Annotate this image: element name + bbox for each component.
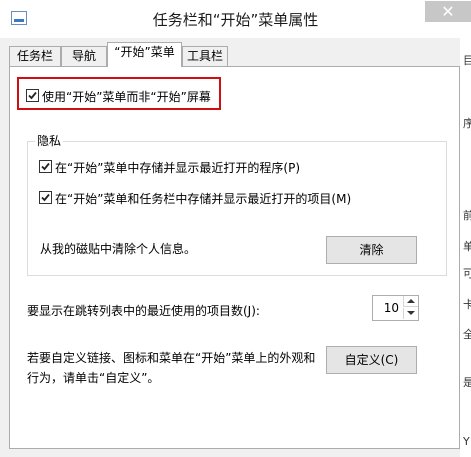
stepper-up-button[interactable] <box>403 296 418 307</box>
arrow-up-icon <box>407 299 415 303</box>
stepper-down-button[interactable] <box>403 308 418 319</box>
store-recent-items-label: 在“开始”菜单和任务栏中存储并显示最近打开的项目(M) <box>55 192 352 206</box>
title-bar: 任务栏和“开始”菜单属性 ✕ <box>0 0 471 38</box>
store-recent-items-checkbox[interactable] <box>39 191 52 204</box>
tab-toolbars[interactable]: 工具栏 <box>182 46 228 66</box>
arrow-down-icon <box>407 311 415 315</box>
clear-button[interactable]: 清除 <box>326 236 417 264</box>
recent-items-label: 要显示在跳转列表中的最近使用的项目数(J): <box>27 304 260 318</box>
privacy-group-title: 隐私 <box>35 132 64 149</box>
window-title: 任务栏和“开始”菜单属性 <box>152 11 319 29</box>
customize-button[interactable]: 自定义(C) <box>326 346 417 374</box>
store-recent-programs-checkbox[interactable] <box>39 160 52 173</box>
recent-items-value[interactable]: 10 <box>373 296 403 320</box>
store-recent-programs-label: 在“开始”菜单中存储并显示最近打开的程序(P) <box>55 161 301 175</box>
customize-text-line2: 行为，请单击“自定义”。 <box>27 371 160 385</box>
background-text: Y <box>463 435 470 448</box>
background-text: 目 <box>463 54 471 67</box>
close-button[interactable]: ✕ <box>425 1 471 22</box>
clear-tiles-text: 从我的磁贴中清除个人信息。 <box>40 242 197 256</box>
background-text: 卡 <box>463 298 471 311</box>
highlight-box <box>17 77 221 110</box>
tab-navigation[interactable]: 导航 <box>61 46 107 66</box>
tab-taskbar[interactable]: 任务栏 <box>9 46 61 66</box>
checkmark-icon <box>41 162 50 171</box>
background-text: 可 <box>463 267 471 280</box>
customize-text-line1: 若要自定义链接、图标和菜单在“开始”菜单上的外观和 <box>27 351 316 365</box>
background-text: 全 <box>463 328 471 341</box>
checkmark-icon <box>41 193 50 202</box>
background-text: 单 <box>463 240 471 253</box>
recent-items-stepper[interactable]: 10 <box>372 295 419 321</box>
tab-start-menu[interactable]: “开始”菜单 <box>107 42 182 67</box>
background-text: 序 <box>463 117 471 130</box>
background-text: 前 <box>463 209 471 222</box>
background-text: 是 <box>463 376 471 389</box>
